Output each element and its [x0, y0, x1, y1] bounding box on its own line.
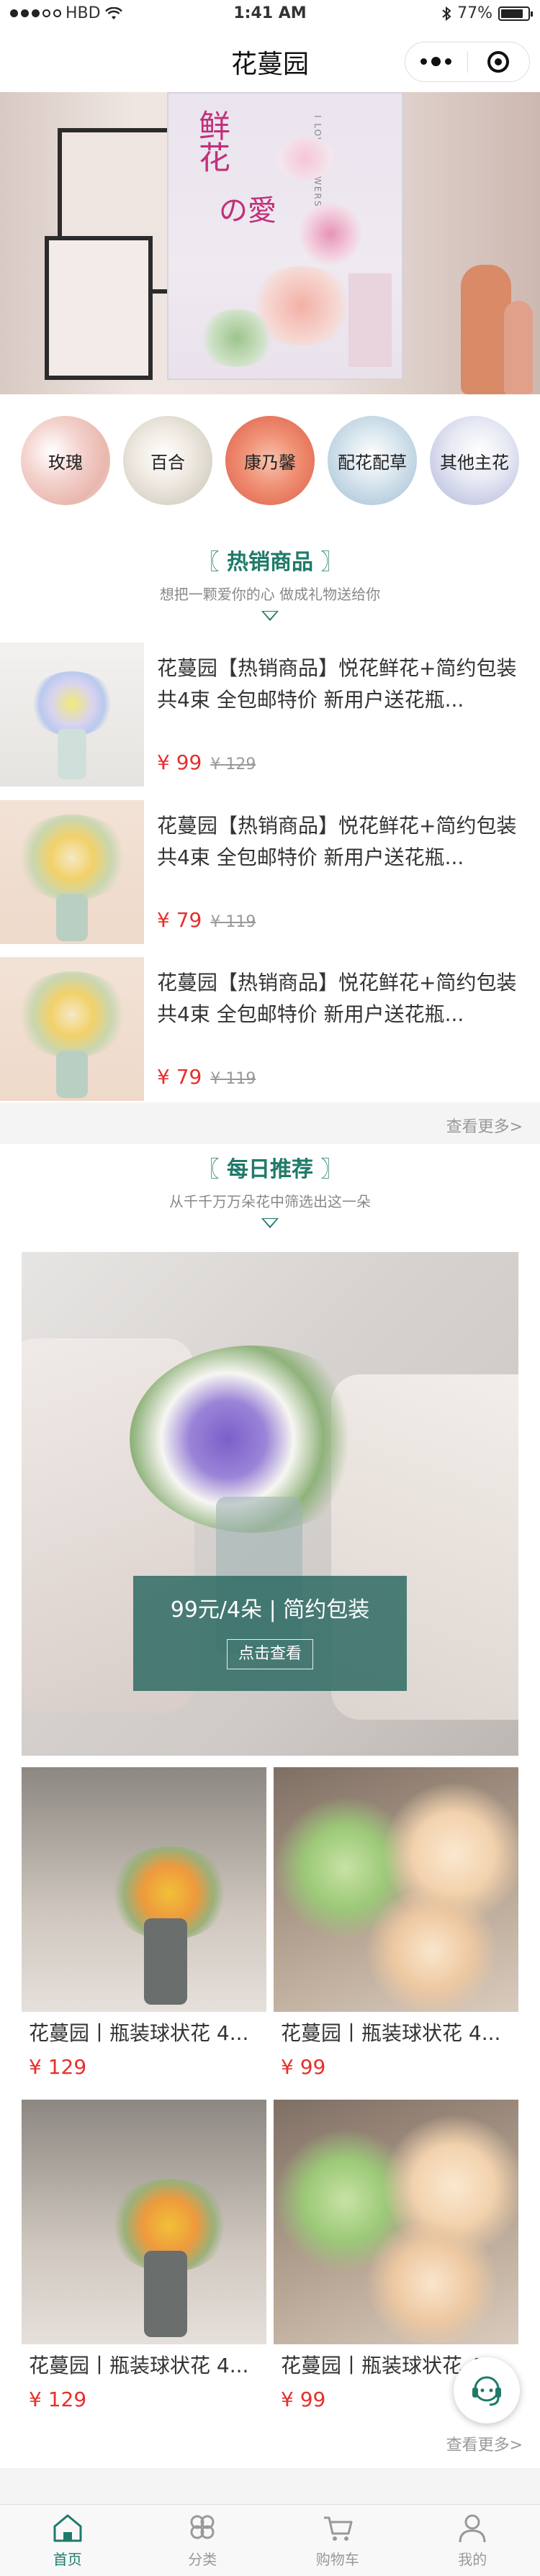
- hero-view-button[interactable]: 点击查看: [227, 1639, 313, 1669]
- category-other[interactable]: 其他主花: [430, 416, 519, 505]
- tab-category[interactable]: 分类: [135, 2505, 271, 2576]
- section-arrow-icon: [261, 611, 279, 621]
- product-price: ¥ 79 ¥ 119: [157, 908, 256, 932]
- product-name: 花蔓园丨瓶装球状花 4...: [29, 2354, 249, 2377]
- product-item[interactable]: 花蔓园【热销商品】悦花鲜花+简约包装共4束 全包邮特价 新用户送花瓶... ¥ …: [0, 800, 540, 944]
- status-bar: HBD 1:41 AM 77%: [0, 0, 540, 29]
- category-label: 百合: [150, 452, 185, 473]
- tab-profile[interactable]: 我的: [405, 2505, 540, 2576]
- product-price: ¥ 99 ¥ 129: [157, 750, 256, 774]
- bluetooth-icon: [442, 6, 451, 21]
- section-subtitle: 从千千万万朵花中筛选出这一朵: [169, 1193, 371, 1210]
- tab-label: 我的: [458, 2551, 487, 2568]
- product-name: 花蔓园【热销商品】悦花鲜花+简约包装共4束 全包邮特价 新用户送花瓶...: [157, 656, 517, 712]
- poster-title: 鲜花: [193, 109, 230, 173]
- hot-header: 〖 热销商品 〗 想把一颗爱你的心 做成礼物送给你: [0, 544, 540, 621]
- product-image: [274, 1767, 518, 2012]
- banner-poster: 鲜花 の愛 I LOVE FLOWERS: [167, 92, 403, 380]
- flower-image: [276, 137, 334, 180]
- product-price: ¥ 99: [281, 2055, 326, 2079]
- category-label: 其他主花: [440, 452, 509, 473]
- battery-percent: 77%: [457, 4, 492, 22]
- product-image: [0, 957, 144, 1101]
- poster-subtitle: の愛: [219, 194, 276, 227]
- close-icon[interactable]: [468, 51, 530, 73]
- section-arrow-icon: [261, 1218, 279, 1228]
- product-old-price: ¥ 119: [210, 1070, 256, 1088]
- section-title: 〖 热销商品 〗: [197, 550, 343, 575]
- product-price: ¥ 79 ¥ 119: [157, 1065, 256, 1089]
- product-price: ¥ 129: [29, 2055, 87, 2079]
- product-name: 花蔓园丨瓶装球状花 4...: [281, 2021, 501, 2045]
- section-title: 〖 每日推荐 〗: [197, 1157, 343, 1182]
- category-filler[interactable]: 配花配草: [328, 416, 417, 505]
- category-label: 玫瑰: [48, 452, 83, 473]
- hero-text: 99元/4朵 | 简约包装: [170, 1597, 370, 1623]
- mini-program-capsule: [405, 42, 530, 82]
- nav-bar: 花蔓园: [0, 29, 540, 92]
- product-card[interactable]: 花蔓园丨瓶装球状花 4... ¥ 129: [22, 1767, 266, 2098]
- headset-icon: [472, 2376, 501, 2406]
- product-old-price: ¥ 119: [210, 913, 256, 931]
- poster-box: [348, 273, 392, 367]
- product-item[interactable]: 花蔓园【热销商品】悦花鲜花+简约包装共4束 全包邮特价 新用户送花瓶... ¥ …: [0, 957, 540, 1101]
- category-label: 配花配草: [338, 452, 407, 473]
- product-image: [0, 800, 144, 944]
- product-name: 花蔓园【热销商品】悦花鲜花+简约包装共4束 全包邮特价 新用户送花瓶...: [157, 971, 517, 1026]
- hero-overlay: 99元/4朵 | 简约包装 点击查看: [133, 1576, 407, 1691]
- category-label: 康乃馨: [244, 452, 296, 473]
- product-item[interactable]: 花蔓园【热销商品】悦花鲜花+简约包装共4束 全包邮特价 新用户送花瓶... ¥ …: [0, 643, 540, 786]
- product-image: [22, 2100, 266, 2344]
- tab-label: 购物车: [315, 2551, 359, 2568]
- product-card[interactable]: 花蔓园丨瓶装球状花 4... ¥ 99: [274, 1767, 518, 2098]
- category-icon: [190, 2515, 215, 2539]
- category-rose[interactable]: 玫瑰: [21, 416, 110, 505]
- cart-icon: [323, 2516, 353, 2541]
- product-name: 花蔓园丨瓶装球状花 4...: [29, 2021, 249, 2045]
- product-image: [0, 643, 144, 786]
- category-lily[interactable]: 百合: [123, 416, 212, 505]
- product-card[interactable]: 花蔓园丨瓶装球状花 4... ¥ 129: [22, 2100, 266, 2431]
- product-price: ¥ 99: [281, 2387, 326, 2411]
- vase-image: [504, 301, 533, 394]
- banner-carousel[interactable]: 鲜花 の愛 I LOVE FLOWERS: [0, 92, 540, 394]
- home-icon: [53, 2514, 82, 2542]
- wall-frame-image: [45, 236, 153, 380]
- tab-bar: 首页 分类 购物车 我的: [0, 2504, 540, 2576]
- tab-label: 首页: [53, 2551, 82, 2568]
- product-old-price: ¥ 129: [210, 756, 256, 774]
- category-carnation[interactable]: 康乃馨: [225, 416, 315, 505]
- status-right: 77%: [441, 4, 533, 22]
- daily-more-link[interactable]: 查看更多>: [446, 2432, 523, 2455]
- more-icon[interactable]: [405, 56, 467, 66]
- category-row: 玫瑰 百合 康乃馨 配花配草 其他主花: [0, 394, 540, 527]
- product-image: [22, 1767, 266, 2012]
- tab-cart[interactable]: 购物车: [270, 2505, 405, 2576]
- battery-icon: [498, 6, 533, 21]
- flower-image: [197, 309, 276, 367]
- tab-home[interactable]: 首页: [0, 2505, 135, 2576]
- daily-header: 〖 每日推荐 〗 从千千万万朵花中筛选出这一朵: [0, 1151, 540, 1228]
- product-image: [274, 2100, 518, 2344]
- user-icon: [459, 2514, 486, 2543]
- customer-service-button[interactable]: [454, 2357, 520, 2423]
- product-price: ¥ 129: [29, 2387, 87, 2411]
- product-name: 花蔓园【热销商品】悦花鲜花+简约包装共4束 全包邮特价 新用户送花瓶...: [157, 814, 517, 869]
- daily-hero[interactable]: 99元/4朵 | 简约包装 点击查看: [22, 1252, 518, 1756]
- flower-image: [298, 201, 363, 266]
- tab-label: 分类: [188, 2551, 217, 2568]
- section-subtitle: 想把一颗爱你的心 做成礼物送给你: [159, 586, 381, 603]
- hot-more-link[interactable]: 查看更多>: [446, 1114, 523, 1137]
